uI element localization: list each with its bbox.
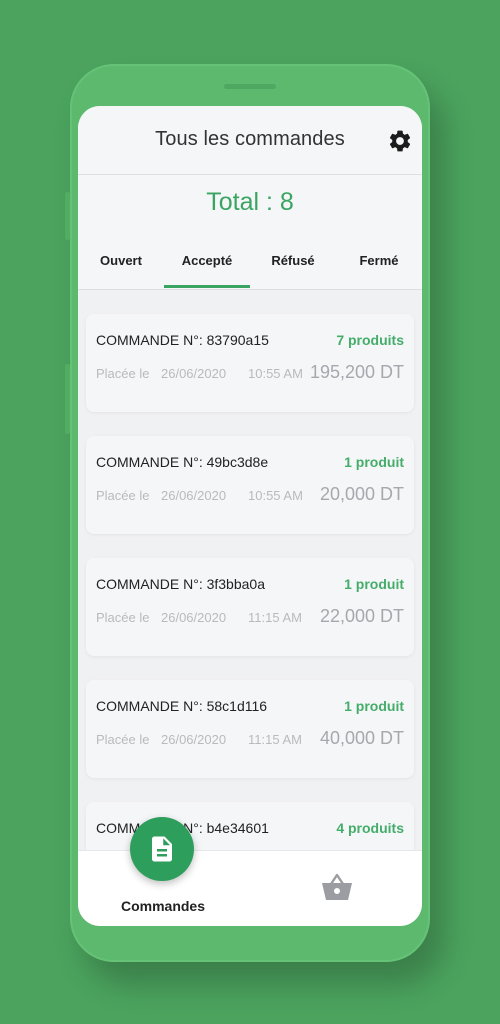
volume-up-button xyxy=(65,192,70,240)
app-screen: Tous les commandes Total : 8 Ouvert Acce… xyxy=(78,106,422,926)
order-placed-label: Placée le xyxy=(96,366,150,381)
order-number: COMMANDE N°: 3f3bba0a xyxy=(96,576,265,592)
order-number: COMMANDE N°: 49bc3d8e xyxy=(96,454,269,470)
order-product-count: 1 produit xyxy=(344,576,404,592)
tab-ferme[interactable]: Fermé xyxy=(336,253,422,268)
order-time: 11:15 AM xyxy=(248,732,302,747)
phone-frame: Tous les commandes Total : 8 Ouvert Acce… xyxy=(65,64,430,962)
page-title: Tous les commandes xyxy=(155,128,345,150)
document-icon xyxy=(152,836,172,862)
gear-icon[interactable] xyxy=(387,128,413,154)
order-time: 11:15 AM xyxy=(248,610,302,625)
order-placed-label: Placée le xyxy=(96,732,150,747)
tab-ouvert[interactable]: Ouvert xyxy=(78,253,164,268)
order-card[interactable]: COMMANDE N°: 49bc3d8e 1 produit Placée l… xyxy=(86,436,414,534)
order-number: COMMANDE N°: 58c1d116 xyxy=(96,698,268,714)
order-card[interactable]: COMMANDE N°: 3f3bba0a 1 produit Placée l… xyxy=(86,558,414,656)
commandes-nav-button[interactable] xyxy=(130,817,194,881)
order-placed-label: Placée le xyxy=(96,610,150,625)
bottom-navigation xyxy=(78,850,422,926)
order-date: 26/06/2020 xyxy=(161,366,227,381)
order-date: 26/06/2020 xyxy=(161,610,227,625)
order-placed-label: Placée le xyxy=(96,488,150,503)
summary-bar: Total : 8 Ouvert Accepté Réfusé Fermé xyxy=(78,175,422,290)
order-total: Total : 8 xyxy=(206,188,294,216)
active-tab-indicator xyxy=(164,285,250,288)
order-product-count: 7 produits xyxy=(336,332,404,348)
order-product-count: 1 produit xyxy=(344,454,404,470)
volume-down-button xyxy=(65,364,70,434)
order-price: 40,000 DT xyxy=(319,728,404,748)
tab-accepte[interactable]: Accepté xyxy=(164,253,250,268)
order-product-count: 4 produits xyxy=(336,820,404,836)
speaker-grille xyxy=(224,84,276,89)
order-date: 26/06/2020 xyxy=(161,732,227,747)
order-price: 20,000 DT xyxy=(319,484,404,504)
order-price: 195,200 DT xyxy=(309,362,404,382)
order-number: COMMANDE N°: 83790a15 xyxy=(96,332,269,348)
app-header: Tous les commandes xyxy=(78,106,422,175)
order-list[interactable]: COMMANDE N°: 83790a15 7 produits Placée … xyxy=(78,290,422,850)
commandes-nav-label[interactable]: Commandes xyxy=(108,898,218,914)
order-card[interactable]: COMMANDE N°: 58c1d116 1 produit Placée l… xyxy=(86,680,414,778)
basket-icon[interactable] xyxy=(320,872,354,902)
tab-refuse[interactable]: Réfusé xyxy=(250,253,336,268)
order-date: 26/06/2020 xyxy=(161,488,227,503)
order-product-count: 1 produit xyxy=(344,698,404,714)
order-card[interactable]: COMMANDE N°: 83790a15 7 produits Placée … xyxy=(86,314,414,412)
order-time: 10:55 AM xyxy=(248,488,303,503)
order-time: 10:55 AM xyxy=(248,366,303,381)
order-price: 22,000 DT xyxy=(319,606,404,626)
